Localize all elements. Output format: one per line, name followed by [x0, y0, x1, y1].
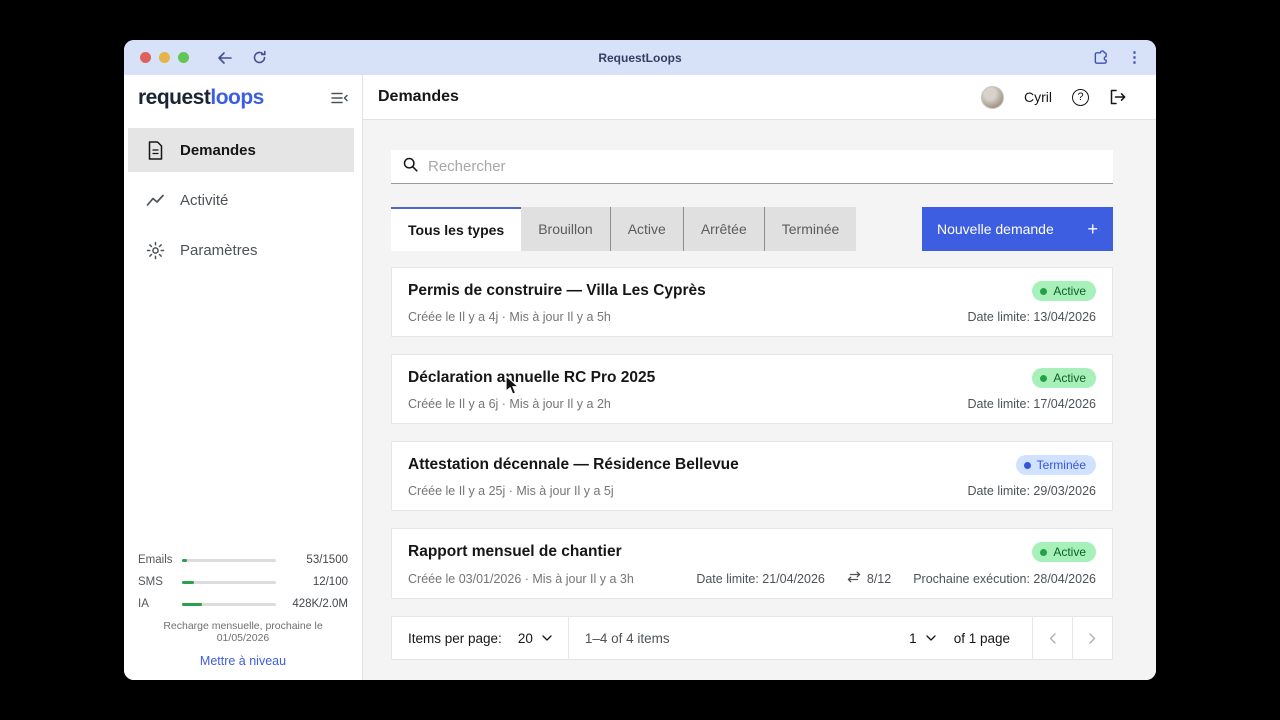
- tab-active[interactable]: Active: [610, 207, 683, 251]
- status-dot-icon: [1040, 375, 1047, 382]
- sms-progress-bar: [182, 581, 276, 584]
- status-dot-icon: [1040, 549, 1047, 556]
- request-card[interactable]: Déclaration annuelle RC Pro 2025 Active …: [391, 354, 1113, 424]
- new-request-button[interactable]: Nouvelle demande +: [922, 207, 1113, 251]
- app-header: Demandes Cyril ?: [363, 75, 1156, 120]
- status-badge: Active: [1032, 281, 1096, 301]
- help-icon[interactable]: ?: [1072, 89, 1089, 106]
- upgrade-link[interactable]: Mettre à niveau: [138, 654, 348, 668]
- status-dot-icon: [1024, 462, 1031, 469]
- sidebar-item-label: Activité: [180, 192, 228, 209]
- back-icon[interactable]: [217, 50, 233, 66]
- next-page-button[interactable]: [1073, 617, 1112, 659]
- recharge-note: Recharge mensuelle, prochaine le 01/05/2…: [138, 620, 348, 644]
- document-icon: [146, 141, 165, 160]
- extensions-icon[interactable]: [1093, 50, 1109, 66]
- request-meta: Créée le Il y a 25j · Mis à jour Il y a …: [408, 484, 614, 498]
- sidebar-item-label: Paramètres: [180, 242, 258, 259]
- deadline-label: Date limite: 21/04/2026: [696, 572, 825, 586]
- request-title: Rapport mensuel de chantier: [408, 543, 622, 561]
- pagination-range: 1–4 of 4 items: [569, 631, 670, 646]
- browser-window: RequestLoops ⋮ requestloops D: [124, 40, 1156, 680]
- emails-progress-bar: [182, 559, 276, 562]
- browser-menu-icon[interactable]: ⋮: [1127, 50, 1142, 65]
- deadline-label: Date limite: 17/04/2026: [967, 397, 1096, 411]
- logout-icon[interactable]: [1109, 89, 1126, 105]
- traffic-lights: [140, 52, 189, 63]
- chevron-down-icon: [926, 635, 936, 641]
- sidebar: requestloops Demandes Activité: [124, 75, 363, 680]
- request-card[interactable]: Rapport mensuel de chantier Active Créée…: [391, 528, 1113, 599]
- deadline-label: Date limite: 13/04/2026: [967, 310, 1096, 324]
- recurrence-count: 8/12: [847, 571, 891, 586]
- refresh-icon[interactable]: [251, 50, 267, 66]
- usage-meter-emails: Emails 53/1500: [138, 554, 348, 566]
- sidebar-item-label: Demandes: [180, 142, 256, 159]
- request-meta: Créée le Il y a 6j · Mis à jour Il y a 2…: [408, 397, 611, 411]
- request-list: Permis de construire — Villa Les Cyprès …: [391, 267, 1113, 599]
- sidebar-item-activite[interactable]: Activité: [128, 178, 358, 222]
- search-icon: [403, 157, 418, 177]
- pagination-bar: Items per page: 20 1–4 of 4 items 1: [391, 616, 1113, 660]
- activity-icon: [146, 191, 165, 210]
- chevron-down-icon: [542, 635, 552, 641]
- status-tabs: Tous les types Brouillon Active Arrêtée …: [391, 207, 856, 251]
- close-window-button[interactable]: [140, 52, 151, 63]
- repeat-icon: [847, 571, 861, 586]
- request-title: Permis de construire — Villa Les Cyprès: [408, 282, 706, 300]
- plus-icon: +: [1087, 219, 1098, 240]
- user-name: Cyril: [1024, 89, 1052, 105]
- request-meta: Créée le 03/01/2026 · Mis à jour Il y a …: [408, 572, 634, 586]
- app-logo: requestloops: [138, 86, 264, 110]
- status-badge: Terminée: [1016, 455, 1096, 475]
- tab-arretee[interactable]: Arrêtée: [683, 207, 764, 251]
- request-title: Attestation décennale — Résidence Bellev…: [408, 456, 739, 474]
- ia-progress-bar: [182, 603, 276, 606]
- request-card[interactable]: Attestation décennale — Résidence Bellev…: [391, 441, 1113, 511]
- search-placeholder: Rechercher: [428, 158, 506, 175]
- request-card[interactable]: Permis de construire — Villa Les Cyprès …: [391, 267, 1113, 337]
- search-input[interactable]: Rechercher: [391, 150, 1113, 184]
- next-run-label: Prochaine exécution: 28/04/2026: [913, 572, 1096, 586]
- page-title: Demandes: [378, 88, 459, 106]
- tab-tous-les-types[interactable]: Tous les types: [391, 207, 521, 251]
- status-badge: Active: [1032, 368, 1096, 388]
- items-per-page-select[interactable]: 20: [518, 631, 552, 646]
- gear-icon: [146, 241, 165, 260]
- prev-page-button[interactable]: [1033, 617, 1072, 659]
- items-per-page-label: Items per page:: [408, 631, 502, 646]
- request-meta: Créée le Il y a 4j · Mis à jour Il y a 5…: [408, 310, 611, 324]
- usage-meter-ia: IA 428K/2.0M: [138, 598, 348, 610]
- request-title: Déclaration annuelle RC Pro 2025: [408, 369, 655, 387]
- sidebar-item-demandes[interactable]: Demandes: [128, 128, 354, 172]
- usage-panel: Emails 53/1500 SMS 12/100 IA 428K/2.0M R…: [124, 554, 362, 668]
- maximize-window-button[interactable]: [178, 52, 189, 63]
- deadline-label: Date limite: 29/03/2026: [967, 484, 1096, 498]
- browser-tab-title: RequestLoops: [124, 51, 1156, 65]
- sidebar-item-parametres[interactable]: Paramètres: [128, 228, 358, 272]
- minimize-window-button[interactable]: [159, 52, 170, 63]
- page-count-label: of 1 page: [954, 631, 1032, 646]
- avatar[interactable]: [981, 86, 1004, 109]
- browser-chrome: RequestLoops ⋮: [124, 40, 1156, 75]
- page-select[interactable]: 1: [909, 631, 954, 646]
- tab-brouillon[interactable]: Brouillon: [521, 207, 609, 251]
- status-badge: Active: [1032, 542, 1096, 562]
- tab-terminee[interactable]: Terminée: [764, 207, 857, 251]
- usage-meter-sms: SMS 12/100: [138, 576, 348, 588]
- status-dot-icon: [1040, 288, 1047, 295]
- sidebar-collapse-icon[interactable]: [331, 91, 348, 105]
